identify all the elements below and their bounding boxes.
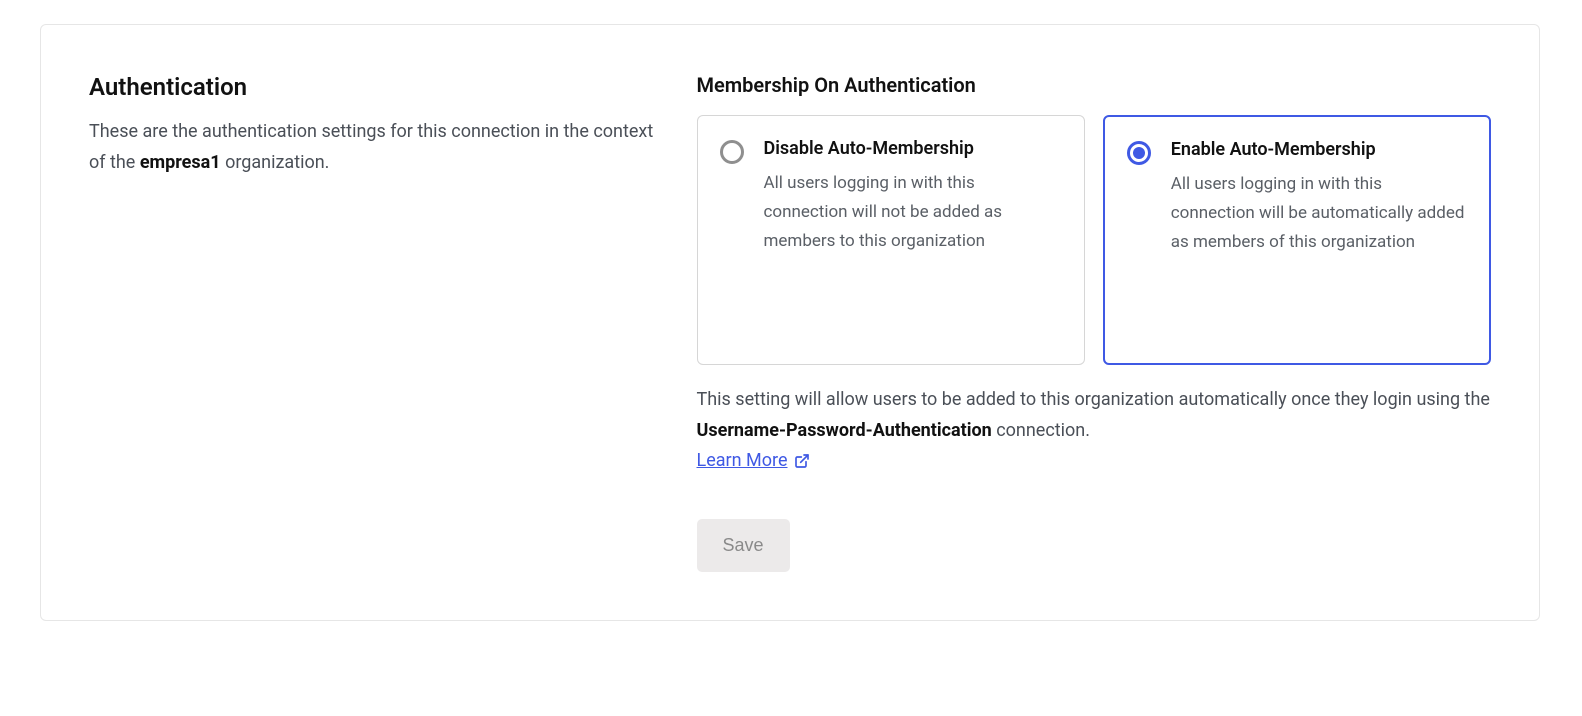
learn-more-link[interactable]: Learn More — [697, 450, 810, 471]
option-title: Disable Auto-Membership — [764, 138, 1062, 159]
membership-settings: Membership On Authentication Disable Aut… — [697, 73, 1492, 572]
authentication-summary: Authentication These are the authenticat… — [89, 73, 657, 572]
help-post: connection. — [992, 420, 1090, 441]
learn-more-label: Learn More — [697, 450, 788, 471]
option-disable-auto-membership[interactable]: Disable Auto-Membership All users loggin… — [697, 115, 1085, 365]
external-link-icon — [794, 453, 810, 469]
help-pre: This setting will allow users to be adde… — [697, 389, 1490, 410]
connection-name: Username-Password-Authentication — [697, 420, 992, 441]
save-row: Save — [697, 519, 1492, 572]
option-desc: All users logging in with this connectio… — [764, 169, 1062, 256]
radio-icon — [720, 140, 744, 164]
auth-desc-post: organization. — [221, 152, 330, 173]
radio-icon — [1127, 141, 1151, 165]
authentication-heading: Authentication — [89, 73, 657, 101]
membership-section-title: Membership On Authentication — [697, 73, 1492, 97]
option-desc: All users logging in with this connectio… — [1171, 170, 1467, 257]
option-enable-auto-membership[interactable]: Enable Auto-Membership All users logging… — [1103, 115, 1491, 365]
membership-options: Disable Auto-Membership All users loggin… — [697, 115, 1492, 365]
authentication-panel: Authentication These are the authenticat… — [40, 24, 1540, 621]
option-title: Enable Auto-Membership — [1171, 139, 1467, 160]
save-button[interactable]: Save — [697, 519, 790, 572]
org-name: empresa1 — [140, 152, 221, 173]
authentication-description: These are the authentication settings fo… — [89, 117, 657, 178]
membership-help-text: This setting will allow users to be adde… — [697, 385, 1492, 446]
